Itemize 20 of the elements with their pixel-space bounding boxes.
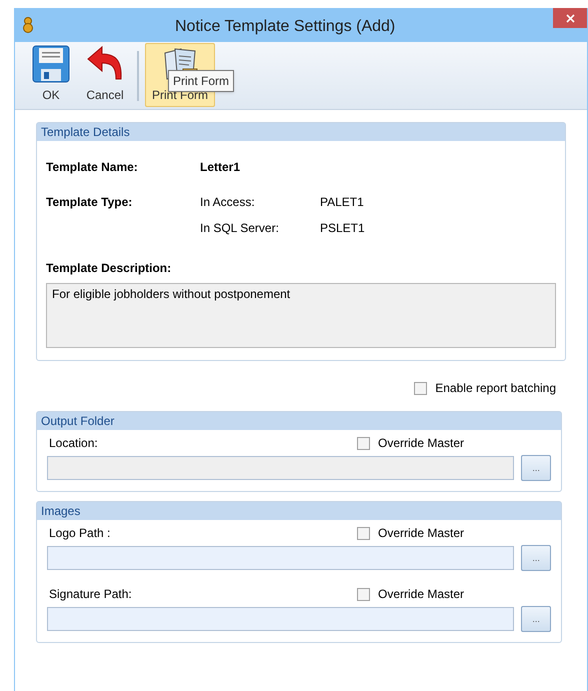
- checkbox-label: Override Master: [378, 525, 464, 542]
- tooltip: Print Form: [168, 70, 234, 92]
- checkbox-label: Override Master: [378, 586, 464, 603]
- group-header: Images: [37, 502, 561, 520]
- field-label: Signature Path:: [48, 586, 133, 603]
- field-label: Template Description:: [46, 260, 172, 277]
- group-header: Template Details: [37, 123, 565, 141]
- type-value: PALET1: [320, 194, 364, 211]
- field-label: Template Type:: [46, 194, 134, 211]
- field-label: Template Name:: [46, 159, 139, 176]
- checkbox-label: Enable report batching: [435, 380, 556, 397]
- field-label: Location:: [48, 435, 99, 452]
- window-title: Notice Template Settings (Add): [175, 17, 396, 37]
- type-label: In SQL Server:: [200, 220, 280, 237]
- template-name: Letter1: [200, 159, 240, 176]
- type-value: PSLET1: [320, 220, 365, 237]
- group-header: Output Folder: [37, 412, 561, 430]
- field-label: Logo Path :: [48, 525, 112, 542]
- type-label: In Access:: [200, 194, 256, 211]
- checkbox-label: Override Master: [378, 435, 464, 452]
